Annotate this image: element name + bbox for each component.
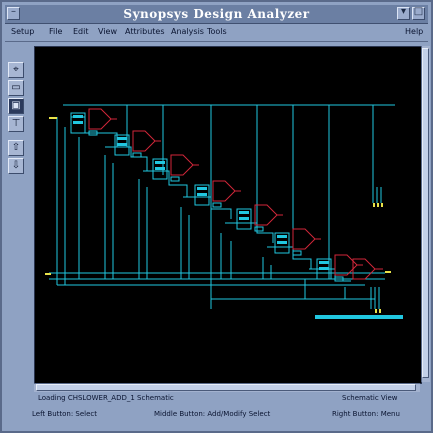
menu-edit[interactable]: Edit <box>73 27 89 36</box>
left-button-hint: Left Button: Select <box>32 410 98 418</box>
window-title: Synopsys Design Analyzer <box>123 7 310 21</box>
menu-file[interactable]: File <box>49 27 62 36</box>
symbol-view-icon[interactable]: ▣ <box>8 98 24 114</box>
adder-stages <box>70 108 383 282</box>
io-pins <box>45 117 391 313</box>
adder-cell[interactable] <box>352 258 383 280</box>
adder-cell[interactable] <box>236 204 283 232</box>
horizontal-scroll-thumb[interactable] <box>36 384 416 391</box>
adder-cell[interactable] <box>70 108 117 136</box>
adder-cell[interactable] <box>274 228 321 256</box>
vertical-scroll-thumb[interactable] <box>422 48 429 378</box>
schematic-drawing <box>45 104 403 319</box>
adder-cell[interactable] <box>114 130 161 158</box>
down-icon[interactable]: ⇩ <box>8 158 24 174</box>
adder-cell[interactable] <box>152 154 199 182</box>
output-bus-bar <box>315 315 403 319</box>
menu-view[interactable]: View <box>98 27 117 36</box>
horizontal-scrollbar[interactable] <box>34 383 420 392</box>
title-bar[interactable]: – Synopsys Design Analyzer ▾ □ <box>5 5 428 24</box>
menu-help[interactable]: Help <box>405 27 423 36</box>
schematic-canvas[interactable] <box>34 46 422 384</box>
status-message: Loading CHSLOWER_ADD_1 Schematic <box>38 394 174 402</box>
zoom-box-icon[interactable]: ▭ <box>8 80 24 96</box>
menu-attributes[interactable]: Attributes <box>125 27 165 36</box>
vertical-scrollbar[interactable] <box>421 46 430 382</box>
design-analyzer-window: – Synopsys Design Analyzer ▾ □ Setup Fil… <box>0 0 433 433</box>
maximize-icon[interactable]: □ <box>412 6 425 20</box>
menu-bar: Setup File Edit View Attributes Analysis… <box>5 25 428 42</box>
menu-analysis[interactable]: Analysis <box>171 27 204 36</box>
right-button-hint: Right Button: Menu <box>332 410 400 418</box>
zoom-in-icon[interactable]: ⌖ <box>8 62 24 78</box>
adder-cell[interactable] <box>194 180 241 208</box>
hierarchy-icon[interactable]: ⊤ <box>8 116 24 132</box>
menu-tools[interactable]: Tools <box>207 27 227 36</box>
up-icon[interactable]: ⇧ <box>8 140 24 156</box>
menu-setup[interactable]: Setup <box>11 27 34 36</box>
minimize-icon[interactable]: ▾ <box>397 6 410 20</box>
view-mode-label: Schematic View <box>342 394 398 402</box>
middle-button-hint: Middle Button: Add/Modify Select <box>154 410 271 418</box>
